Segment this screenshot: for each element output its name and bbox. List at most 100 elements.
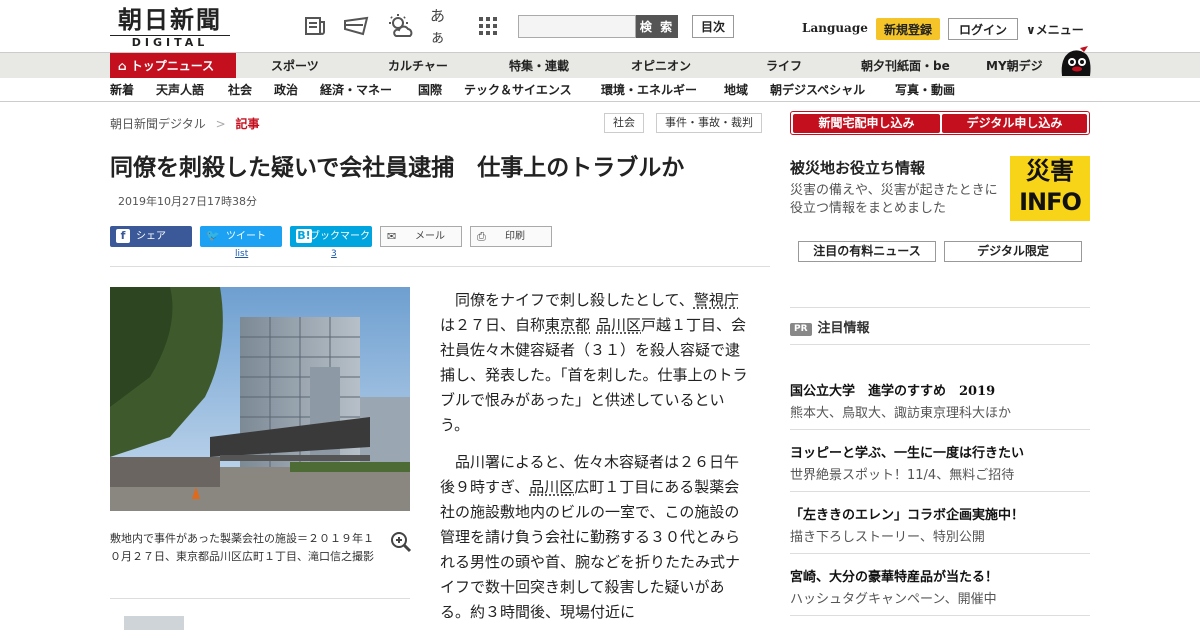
nav-secondary-item[interactable]: 環境・エネルギー xyxy=(601,78,697,102)
digital-subscribe-button[interactable]: デジタル申し込み xyxy=(942,114,1087,133)
article-date: 2019年10月27日17時38分 xyxy=(118,195,257,208)
disaster-info-banner[interactable]: 災害 INFO xyxy=(1010,156,1090,221)
keyword-link[interactable]: 警視庁 xyxy=(694,291,739,309)
nav-primary-item-culture[interactable]: カルチャー xyxy=(388,53,448,79)
breadcrumb-current: 記事 xyxy=(235,117,260,131)
home-icon: ⌂ xyxy=(118,59,131,73)
nav-secondary-item[interactable]: 新着 xyxy=(110,78,134,102)
logo-text-jp: 朝日新聞 xyxy=(118,5,222,34)
disaster-info-title[interactable]: 被災地お役立ち情報 xyxy=(790,157,925,178)
nav-primary-item-life[interactable]: ライフ xyxy=(766,53,802,79)
newspaper-icon[interactable] xyxy=(301,12,329,40)
divider xyxy=(790,307,1090,308)
logo-text-en: DIGITAL xyxy=(110,35,230,49)
paper-plane-icon[interactable] xyxy=(342,12,370,40)
asahi-logo[interactable]: 朝日新聞 DIGITAL xyxy=(110,5,230,49)
twitter-count[interactable]: list xyxy=(235,249,248,259)
nav-primary-item-opinion[interactable]: オピニオン xyxy=(631,53,691,79)
nav-secondary-item[interactable]: テック＆サイエンス xyxy=(464,78,572,102)
hatena-icon: B! xyxy=(296,229,312,243)
divider xyxy=(790,344,1090,345)
twitter-share-button[interactable]: 🐦 ツイート xyxy=(200,226,282,247)
nav-secondary-item[interactable]: 政治 xyxy=(274,78,298,102)
delivery-subscribe-button[interactable]: 新聞宅配申し込み xyxy=(793,114,940,133)
tag-society[interactable]: 社会 xyxy=(604,113,644,133)
digital-limited-button[interactable]: デジタル限定 xyxy=(944,241,1082,262)
nav-secondary-item[interactable]: 国際 xyxy=(418,78,442,102)
weather-icon[interactable] xyxy=(386,12,414,40)
next-photo-thumbnail[interactable] xyxy=(124,616,184,630)
pr-item-title[interactable]: 国公立大学 進学のすすめ 2019 xyxy=(790,380,995,399)
pr-item-subtitle[interactable]: ハッシュタグキャンペーン、開催中 xyxy=(790,588,997,607)
article-headline: 同僚を刺殺した疑いで会社員逮捕 仕事上のトラブルか xyxy=(110,155,685,181)
keyword-link[interactable]: 品川区 xyxy=(596,316,641,334)
divider xyxy=(110,598,410,599)
keyword-link[interactable]: 東京都 xyxy=(545,316,590,334)
nav-secondary-item[interactable]: 朝デジスペシャル xyxy=(770,78,865,102)
premium-news-button[interactable]: 注目の有料ニュース xyxy=(798,241,936,262)
disaster-info-banner-bottom: INFO xyxy=(1019,188,1082,216)
nav-secondary-item[interactable]: 経済・マネー xyxy=(320,78,392,102)
pr-item-subtitle[interactable]: 描き下ろしストーリー、特別公開 xyxy=(790,526,985,545)
pr-badge: PR xyxy=(790,323,812,336)
menu-label: メニュー xyxy=(1035,23,1084,37)
login-button[interactable]: ログイン xyxy=(948,18,1018,40)
divider xyxy=(790,429,1090,430)
article-body: 同僚をナイフで刺し殺したとして、警視庁は２７日、自称東京都 品川区戸越１丁目、会社… xyxy=(440,288,750,637)
nav-secondary-item[interactable]: 写真・動画 xyxy=(895,78,955,102)
chevron-down-icon: ∨ xyxy=(1026,23,1036,37)
hatena-bookmark-button[interactable]: B! ブックマーク xyxy=(290,226,372,247)
font-size-icon[interactable]: あぁ xyxy=(430,7,458,46)
secondary-nav: 新着 天声人語 社会 政治 経済・マネー 国際 テック＆サイエンス 環境・エネル… xyxy=(0,78,1200,102)
nav-primary-item-my-asadigi[interactable]: MY朝デジ xyxy=(986,53,1043,79)
zoom-icon[interactable] xyxy=(390,531,412,553)
primary-nav: ⌂ トップニュース スポーツ カルチャー 特集・連載 オピニオン ライフ 朝夕刊… xyxy=(0,52,1200,79)
nav-secondary-item[interactable]: 天声人語 xyxy=(156,78,204,102)
pr-item-title[interactable]: 宮崎、大分の豪華特産品が当たる！ xyxy=(790,566,998,585)
twitter-icon: 🐦 xyxy=(206,229,220,242)
pr-section-header: PR 注目情報 xyxy=(790,317,870,336)
divider xyxy=(790,553,1090,554)
nav-secondary-item[interactable]: 社会 xyxy=(228,78,252,102)
disaster-info-banner-top: 災害 xyxy=(1026,157,1074,185)
disaster-info-desc: 災害の備えや、災害が起きたときに役立つ情報をまとめました xyxy=(790,183,998,216)
mail-button[interactable]: ✉ メール xyxy=(380,226,462,247)
tag-incidents[interactable]: 事件・事故・裁判 xyxy=(656,113,762,133)
print-icon: ⎙ xyxy=(477,230,486,243)
article-photo[interactable] xyxy=(110,287,410,511)
photo-caption: 敷地内で事件があった製薬会社の施設＝２０１９年１０月２７日、東京都品川区広町１丁… xyxy=(110,532,374,563)
article-paragraph: 同僚をナイフで刺し殺したとして、警視庁は２７日、自称東京都 品川区戸越１丁目、会社… xyxy=(440,291,748,434)
pr-item-subtitle[interactable]: 世界絶景スポット！11/4、無料ご招待 xyxy=(790,464,1014,483)
mascot-icon[interactable] xyxy=(1058,44,1092,78)
facebook-share-button[interactable]: f シェア xyxy=(110,226,192,247)
breadcrumb: 朝日新聞デジタル > 記事 xyxy=(110,115,260,132)
hatena-count[interactable]: 3 xyxy=(331,249,337,259)
nav-primary-item-top-news[interactable]: ⌂ トップニュース xyxy=(110,53,236,79)
menu-button[interactable]: ∨メニュー xyxy=(1026,21,1084,38)
subscription-buttons: 新聞宅配申し込み デジタル申し込み xyxy=(790,111,1090,135)
divider xyxy=(790,615,1090,616)
search-button[interactable]: 検 索 xyxy=(636,15,678,38)
language-link[interactable]: Language xyxy=(802,21,868,35)
signup-button[interactable]: 新規登録 xyxy=(876,18,940,40)
nav-primary-item-sports[interactable]: スポーツ xyxy=(271,53,319,79)
divider xyxy=(790,491,1090,492)
print-button[interactable]: ⎙ 印刷 xyxy=(470,226,552,247)
pr-item-subtitle[interactable]: 熊本大、鳥取大、諏訪東京理科大ほか xyxy=(790,402,1011,421)
breadcrumb-home[interactable]: 朝日新聞デジタル xyxy=(110,117,206,131)
facebook-icon: f xyxy=(116,229,130,243)
site-header: 朝日新聞 DIGITAL あぁ 検 索 目次 Language 新規登録 ログイ… xyxy=(0,0,1200,52)
toc-button[interactable]: 目次 xyxy=(692,15,734,38)
breadcrumb-separator: > xyxy=(215,117,226,131)
nav-primary-item-paper[interactable]: 朝夕刊紙面・be xyxy=(861,53,950,79)
mail-icon: ✉ xyxy=(387,230,397,243)
pr-item-title[interactable]: 「左ききのエレン」コラボ企画実施中！ xyxy=(790,504,1024,523)
pr-item-title[interactable]: ヨッピーと学ぶ、一生に一度は行きたい xyxy=(790,442,1024,461)
keyword-link[interactable]: 品川区 xyxy=(529,478,574,496)
search-input[interactable] xyxy=(518,15,636,38)
nav-primary-item-features[interactable]: 特集・連載 xyxy=(509,53,569,79)
article-paragraph: 品川署によると、佐々木容疑者は２６日午後９時すぎ、品川区広町１丁目にある製薬会社… xyxy=(440,453,741,621)
divider xyxy=(110,266,770,267)
grid-icon[interactable] xyxy=(474,12,502,40)
nav-secondary-item[interactable]: 地域 xyxy=(724,78,748,102)
